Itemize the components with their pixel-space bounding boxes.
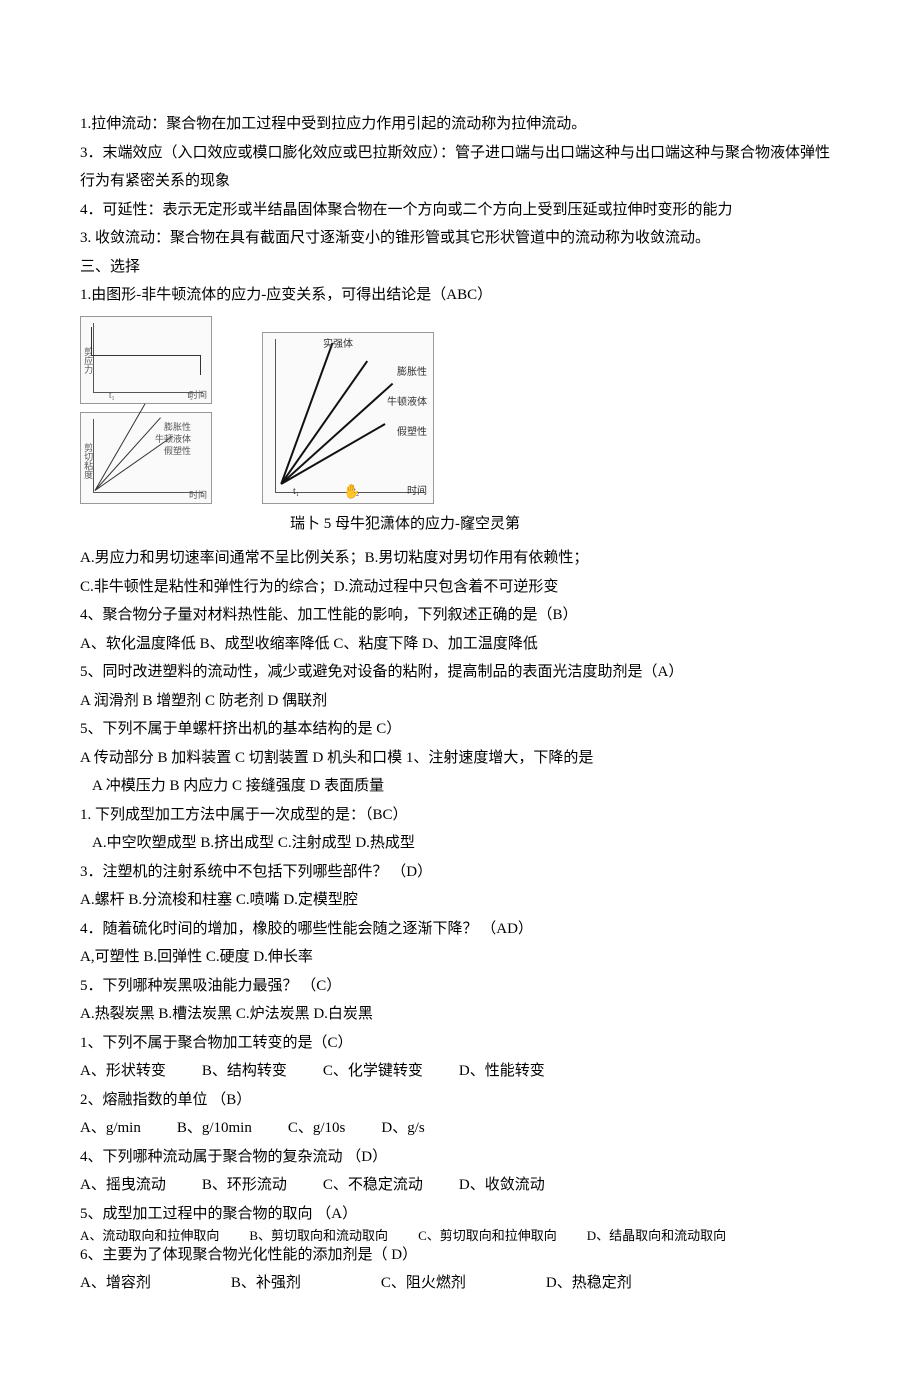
section-heading-select: 三、选择	[80, 253, 840, 282]
q5b-stem: 5、下列不属于单螺杆挤出机的基本结构的是 C）	[80, 715, 840, 744]
definition-2: 3．末端效应（入口效应或模口膨化效应或巴拉斯效应）：管子进口端与出口端这种与出口…	[80, 139, 840, 196]
qm2-stem: 2、熔融指数的单位 （B）	[80, 1086, 840, 1115]
qm6-a: A、增容剂	[80, 1269, 151, 1298]
definition-1: 1.拉伸流动：聚合物在加工过程中受到拉应力作用引起的流动称为拉伸流动。	[80, 110, 840, 139]
fig-label-top: 实强体	[323, 335, 353, 354]
qm5-stem: 5、成型加工过程中的聚合物的取向 （A）	[80, 1200, 840, 1229]
qm1-stem: 1、下列不属于聚合物加工转变的是（C）	[80, 1029, 840, 1058]
qn4-options: A,可塑性 B.回弹性 C.硬度 D.伸长率	[80, 943, 840, 972]
definition-3: 4．可延性：表示无定形或半结晶固体聚合物在一个方向或二个方向上受到压延或拉伸时变…	[80, 196, 840, 225]
qm2-b: B、g/10min	[177, 1114, 252, 1143]
qn1-options: A.中空吹塑成型 B.挤出成型 C.注射成型 D.热成型	[80, 829, 840, 858]
q4-stem: 4、聚合物分子量对材料热性能、加工性能的影响，下列叙述正确的是（B）	[80, 601, 840, 630]
qm1-c: C、化学键转变	[323, 1057, 423, 1086]
hand-cursor-icon: ✋	[343, 480, 360, 507]
qm4-d: D、收敛流动	[459, 1171, 545, 1200]
fig-label-r3: 假塑性	[397, 423, 427, 442]
qn4-stem: 4．随着硫化时间的增加，橡胶的哪些性能会随之逐渐下降？ （AD）	[80, 915, 840, 944]
qn1-stem: 1. 下列成型加工方法中属于一次成型的是：（BC）	[80, 801, 840, 830]
fig-label-xaxis: 时间	[407, 482, 427, 501]
qn3-stem: 3．注塑机的注射系统中不包括下列哪些部件？ （D）	[80, 858, 840, 887]
qm6-stem: 6、主要为了体现聚合物光化性能的添加剂是（ D）	[80, 1241, 840, 1270]
qm2-options: A、g/min B、g/10min C、g/10s D、g/s	[80, 1114, 840, 1143]
qm1-d: D、性能转变	[459, 1057, 545, 1086]
qn5-stem: 5．下列哪种炭黑吸油能力最强？ （C）	[80, 972, 840, 1001]
qm4-options: A、摇曳流动 B、环形流动 C、不稳定流动 D、收敛流动	[80, 1171, 840, 1200]
qn3-options: A.螺杆 B.分流梭和柱塞 C.喷嘴 D.定模型腔	[80, 886, 840, 915]
q5a-options: A 润滑剂 B 增塑剂 C 防老剂 D 偶联剂	[80, 687, 840, 716]
qm2-d: D、g/s	[381, 1114, 424, 1143]
qm1-b: B、结构转变	[202, 1057, 287, 1086]
q5b-sub-options: A 冲模压力 B 内应力 C 接缝强度 D 表面质量	[80, 772, 840, 801]
q5a-stem: 5、同时改进塑料的流动性，减少或避免对设备的粘附，提高制品的表面光洁度助剂是（A…	[80, 658, 840, 687]
qm4-a: A、摇曳流动	[80, 1171, 166, 1200]
qm2-a: A、g/min	[80, 1114, 141, 1143]
fig-label-t1: t₁	[293, 482, 299, 501]
qm6-d: D、热稳定剂	[546, 1269, 632, 1298]
qm5-c: C、剪切取向和拉伸取向	[418, 1228, 557, 1245]
qn5-options: A.热裂炭黑 B.槽法炭黑 C.炉法炭黑 D.白炭黑	[80, 1000, 840, 1029]
qm2-c: C、g/10s	[288, 1114, 346, 1143]
figures-container: 剪应力 t₁ t₂ 时间 剪切粘度 膨胀性 牛顿液体 假塑性 时间 实强体 膨胀…	[80, 316, 840, 504]
figure-left-bottom: 剪切粘度 膨胀性 牛顿液体 假塑性 时间	[80, 412, 212, 504]
qm1-options: A、形状转变 B、结构转变 C、化学键转变 D、性能转变	[80, 1057, 840, 1086]
qm1-a: A、形状转变	[80, 1057, 166, 1086]
figure-right: 实强体 膨胀性 牛顿液体 假塑性 t₁ t₂ 时间 ✋	[262, 332, 434, 504]
qm4-c: C、不稳定流动	[323, 1171, 423, 1200]
qm6-options: A、增容剂 B、补强剂 C、阻火燃剂 D、热稳定剂	[80, 1269, 840, 1298]
qm4-stem: 4、下列哪种流动属于聚合物的复杂流动 （D）	[80, 1143, 840, 1172]
q4-options: A、软化温度降低 B、成型收缩率降低 C、粘度下降 D、加工温度降低	[80, 630, 840, 659]
qm6-b: B、补强剂	[231, 1269, 301, 1298]
qm5-d: D、结晶取向和流动取向	[587, 1228, 726, 1245]
q1-option-cd: C.非牛顿性是粘性和弹性行为的综合；D.流动过程中只包含着不可逆形变	[80, 573, 840, 602]
figure-left-top: 剪应力 t₁ t₂ 时间	[80, 316, 212, 404]
q5b-options: A 传动部分 B 加料装置 C 切割装置 D 机头和口模 1、注射速度增大，下降…	[80, 744, 840, 773]
fig-label-r1: 膨胀性	[397, 363, 427, 382]
fig-label-r2: 牛顿液体	[387, 393, 427, 412]
figure-caption: 瑞卜 5 母牛犯潇体的应力-窿空灵第	[290, 510, 520, 545]
q1-stem: 1.由图形-非牛顿流体的应力-应变关系，可得出结论是（ABC）	[80, 281, 840, 310]
definition-4: 3. 收敛流动：聚合物在具有截面尺寸逐渐变小的锥形管或其它形状管道中的流动称为收…	[80, 224, 840, 253]
q1-option-ab: A.男应力和男切速率间通常不呈比例关系；B.男切粘度对男切作用有依赖性；	[80, 544, 840, 573]
qm6-c: C、阻火燃剂	[381, 1269, 466, 1298]
qm4-b: B、环形流动	[202, 1171, 287, 1200]
